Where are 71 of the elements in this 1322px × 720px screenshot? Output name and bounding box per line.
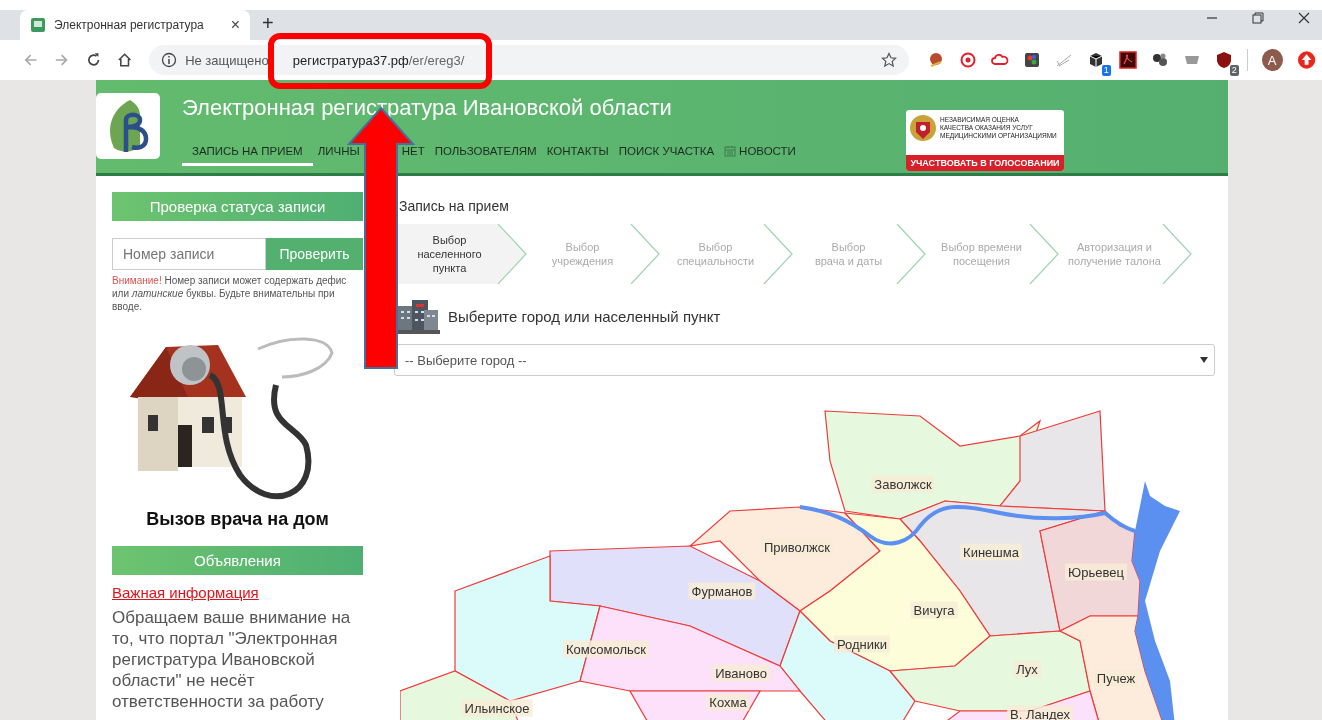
page-heading: Запись на прием bbox=[398, 198, 510, 214]
calendar-icon bbox=[724, 145, 737, 157]
map-region[interactable] bbox=[779, 609, 916, 720]
logo-icon bbox=[96, 93, 160, 159]
chevron-icon bbox=[896, 224, 926, 284]
url-text: регистратура37.рф/er/ereg3/ bbox=[292, 52, 465, 68]
address-bar[interactable]: Не защищено регистратура37.рф/er/ereg3/ bbox=[149, 45, 909, 75]
wizard-step: Выбор врача и даты bbox=[793, 224, 896, 284]
caret-icon bbox=[1200, 357, 1208, 363]
region-label[interactable]: Пучеж bbox=[1093, 669, 1139, 687]
region-label[interactable]: Ильинское bbox=[461, 699, 533, 717]
extension-icon[interactable] bbox=[1118, 51, 1137, 69]
restore-icon[interactable] bbox=[1252, 12, 1264, 24]
section-header: Проверка статуса записи bbox=[112, 192, 363, 221]
chevron-icon bbox=[1162, 224, 1192, 284]
extension-icon[interactable] bbox=[1150, 51, 1169, 69]
profile-avatar[interactable]: A bbox=[1261, 49, 1283, 71]
nav-link[interactable]: НОВОСТИ bbox=[719, 145, 801, 166]
map-region[interactable] bbox=[888, 630, 1091, 712]
home-icon[interactable] bbox=[115, 51, 134, 69]
close-icon[interactable] bbox=[1298, 12, 1310, 24]
extension-icon[interactable] bbox=[1022, 51, 1041, 69]
tab-title: Электронная регистратура bbox=[54, 18, 205, 32]
new-tab-button[interactable]: + bbox=[262, 12, 274, 35]
extension-icon[interactable] bbox=[1214, 51, 1233, 69]
vote-link[interactable]: УЧАСТВОВАТЬ В ГОЛОСОВАНИИ bbox=[906, 155, 1064, 171]
region-label[interactable]: Вичуга bbox=[910, 601, 958, 619]
region-label[interactable]: Иваново bbox=[712, 664, 770, 682]
chevron-icon bbox=[763, 224, 793, 284]
site-title: Электронная регистратура Ивановской области bbox=[182, 95, 673, 121]
extension-badge: 2 bbox=[1229, 65, 1239, 76]
info-icon[interactable] bbox=[161, 52, 178, 68]
region-label[interactable]: Лух bbox=[1013, 660, 1041, 678]
nav-link[interactable]: КОНТАКТЫ bbox=[541, 145, 614, 166]
city-select[interactable]: -- Выберите город -- bbox=[394, 344, 1215, 376]
region-label[interactable]: Приволжск bbox=[761, 538, 833, 556]
region-label[interactable]: Заволжск bbox=[871, 475, 935, 493]
bookmark-star-icon[interactable] bbox=[880, 52, 897, 68]
region-label[interactable]: Кохма bbox=[706, 693, 750, 711]
wizard-step: Выбор учреждения bbox=[527, 224, 630, 284]
region-label[interactable]: Юрьевец bbox=[1065, 563, 1127, 581]
section-title: Выберите город или населенный пункт bbox=[448, 307, 721, 325]
warning-note: Внимание! Номер записи может содержать дефис или латинские буквы. Будьте внимательны при вводе. bbox=[112, 274, 348, 313]
news-link[interactable]: Важная информация bbox=[112, 584, 259, 601]
chevron-icon bbox=[630, 224, 660, 284]
chevron-icon bbox=[497, 224, 527, 284]
section-header: Объявления bbox=[112, 546, 363, 575]
region-label[interactable]: Фурманов bbox=[688, 582, 756, 600]
region-label[interactable]: Комсомольск bbox=[563, 640, 649, 658]
close-tab-button[interactable]: × bbox=[230, 16, 240, 34]
region-label[interactable]: Родники bbox=[834, 635, 890, 653]
wizard-step: Выбор специальности bbox=[660, 224, 763, 284]
nav-link[interactable]: НЕТ bbox=[401, 145, 425, 157]
chevron-icon bbox=[1029, 224, 1059, 284]
extension-badge: 1 bbox=[1101, 65, 1111, 76]
record-number-field[interactable]: Номер записи bbox=[112, 238, 266, 270]
security-label: Не защищено bbox=[185, 52, 269, 68]
update-icon[interactable] bbox=[1296, 50, 1316, 70]
wizard-step: Авторизация и получение талона bbox=[1059, 224, 1162, 284]
browser-tab[interactable]: Электронная регистратура × bbox=[20, 10, 250, 40]
nav-link[interactable]: ПОИСК УЧАСТКА bbox=[613, 145, 720, 166]
region-label[interactable]: Кинешма bbox=[960, 543, 1022, 561]
nav-link[interactable]: ЗАПИСЬ НА ПРИЕМ bbox=[182, 145, 313, 166]
emblem-icon bbox=[908, 112, 938, 144]
news-text: Обращаем ваше внимание на то, что портал "Электронная регистратура Ивановской области" не несёт ответственности за работу bbox=[112, 607, 352, 712]
map-region[interactable] bbox=[998, 410, 1106, 512]
promo-caption[interactable]: Вызов врача на дом bbox=[146, 509, 329, 530]
nav-link[interactable]: ПОЛЬЗОВАТЕЛЯМ bbox=[429, 145, 542, 166]
wizard-step: Выбор времени посещения bbox=[926, 224, 1029, 284]
nav-link[interactable]: ЛИЧНЫ bbox=[317, 145, 360, 157]
site-icon bbox=[30, 17, 46, 33]
